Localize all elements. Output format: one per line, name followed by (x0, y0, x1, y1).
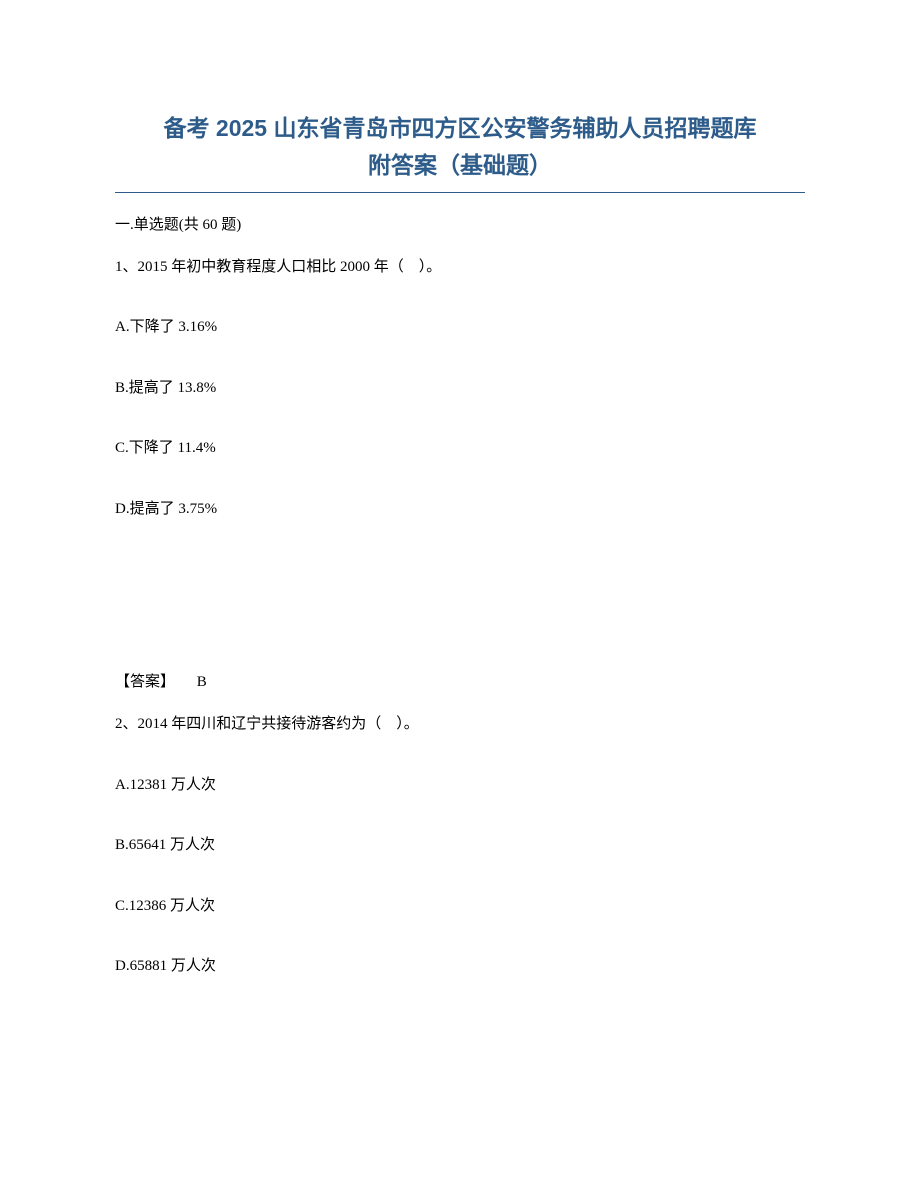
question-2-text: 2、2014 年四川和辽宁共接待游客约为（ ）。 (115, 713, 805, 736)
question-1-option-a: A.下降了 3.16% (115, 316, 805, 339)
title-line-1: 备考 2025 山东省青岛市四方区公安警务辅助人员招聘题库 (115, 110, 805, 147)
question-1-text: 1、2015 年初中教育程度人口相比 2000 年（ ）。 (115, 256, 805, 279)
document-title-block: 备考 2025 山东省青岛市四方区公安警务辅助人员招聘题库 附答案（基础题） (115, 110, 805, 184)
answer-label: 【答案】 (115, 674, 175, 690)
question-1-option-d: D.提高了 3.75% (115, 498, 805, 521)
question-1-option-c: C.下降了 11.4% (115, 437, 805, 460)
question-2-option-b: B.65641 万人次 (115, 834, 805, 857)
question-2-option-a: A.12381 万人次 (115, 774, 805, 797)
question-2-option-c: C.12386 万人次 (115, 895, 805, 918)
title-divider (115, 192, 805, 193)
question-1-answer: 【答案】 B (115, 670, 805, 691)
title-line-2: 附答案（基础题） (115, 147, 805, 184)
section-header: 一.单选题(共 60 题) (115, 213, 805, 234)
question-2-option-d: D.65881 万人次 (115, 955, 805, 978)
answer-value: B (197, 674, 207, 690)
question-1-option-b: B.提高了 13.8% (115, 377, 805, 400)
